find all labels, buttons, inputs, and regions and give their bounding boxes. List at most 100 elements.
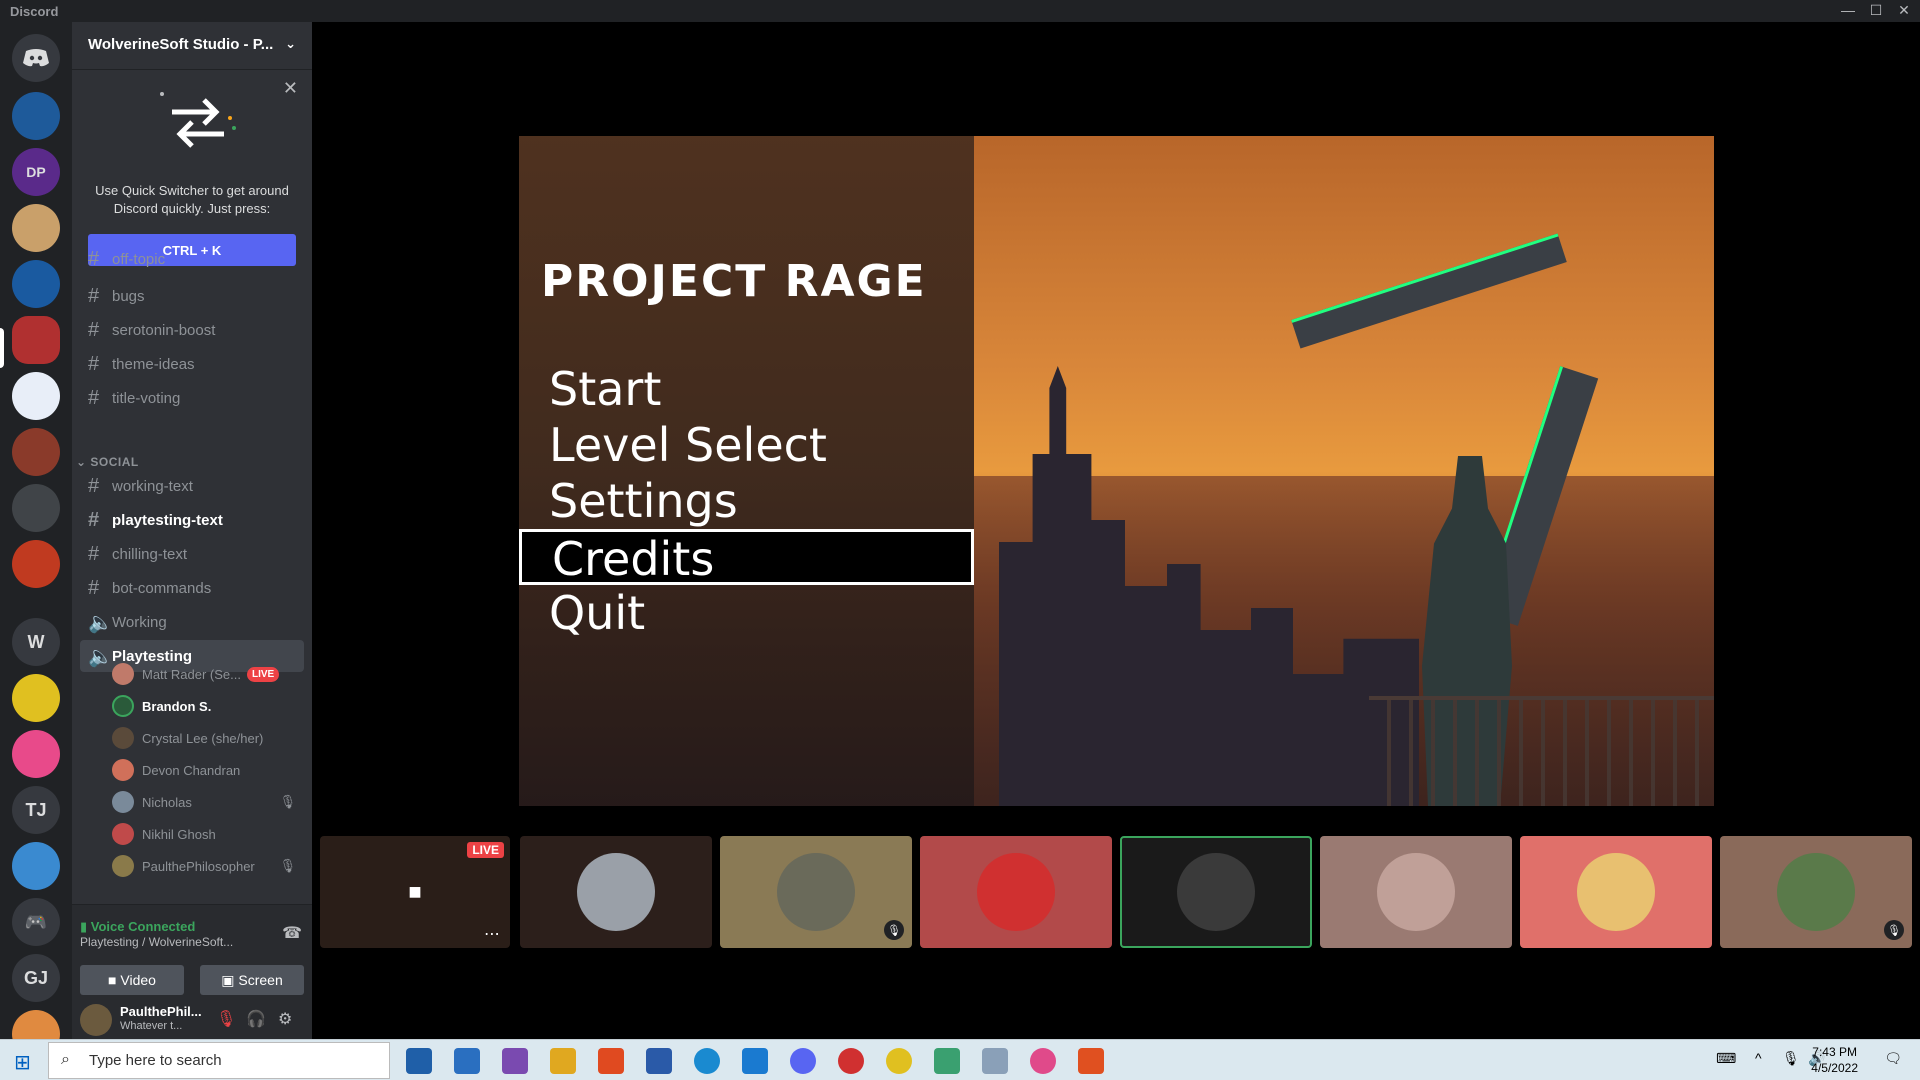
menu-start[interactable]: Start	[519, 362, 974, 418]
channel-serotonin-boost[interactable]: # serotonin-boost	[80, 314, 304, 346]
voice-channel-path[interactable]: Playtesting / WolverineSoft...	[80, 935, 233, 949]
category-social[interactable]: ⌄ SOCIAL	[76, 455, 139, 469]
hash-icon: #	[88, 250, 100, 268]
channel-working-text[interactable]: # working-text	[80, 470, 304, 502]
edge-icon[interactable]	[694, 1048, 720, 1074]
music-icon[interactable]	[1030, 1048, 1056, 1074]
channel-chilling-text[interactable]: # chilling-text	[80, 538, 304, 570]
server-icon-7[interactable]	[12, 428, 60, 476]
video-button[interactable]: ■ Video	[80, 965, 184, 995]
menu-credits[interactable]: Credits	[519, 529, 974, 586]
keyboard-icon[interactable]: ⌨	[1716, 1050, 1736, 1067]
quick-switcher-tip: ✕ Use Quick Switcher to get around Disco…	[80, 72, 304, 272]
brave-icon[interactable]	[1078, 1048, 1104, 1074]
voice-user[interactable]: Crystal Lee (she/her)	[112, 723, 304, 753]
minimize-button[interactable]: —	[1836, 2, 1860, 18]
more-options-icon[interactable]: ⋯	[484, 924, 500, 944]
store-icon[interactable]	[406, 1048, 432, 1074]
server-icon-9[interactable]	[12, 540, 60, 588]
balcony-railing	[1369, 696, 1714, 806]
avatar	[112, 759, 134, 781]
voice-user[interactable]: Matt Rader (Se... LIVE	[112, 659, 304, 689]
server-header[interactable]: WolverineSoft Studio - P... ⌄	[72, 22, 312, 70]
close-icon[interactable]: ✕	[283, 78, 298, 99]
server-icon-11[interactable]	[12, 674, 60, 722]
menu-quit[interactable]: Quit	[519, 586, 974, 642]
participant-tile[interactable]: 🎙	[1720, 836, 1912, 948]
screen-share-button[interactable]: ▣ Screen	[200, 965, 304, 995]
server-icon-15[interactable]	[12, 842, 60, 890]
hash-icon: #	[88, 508, 100, 531]
participant-tile[interactable]	[1320, 836, 1512, 948]
voice-status: ▮ Voice Connected	[80, 919, 196, 934]
game-title: PROJECT RAGE	[541, 256, 927, 307]
app-icon[interactable]	[982, 1048, 1008, 1074]
voice-connection-panel: ▮ Voice Connected Playtesting / Wolverin…	[72, 904, 312, 1000]
file-explorer-icon[interactable]	[550, 1048, 576, 1074]
server-icon-gj[interactable]: GJ	[12, 954, 60, 1002]
mic-muted-icon: 🎙	[1884, 920, 1904, 940]
app-icon[interactable]	[502, 1048, 528, 1074]
mic-muted-icon: 🎙	[279, 858, 296, 873]
vscode-icon[interactable]	[742, 1048, 768, 1074]
participant-tile-speaking[interactable]	[1120, 836, 1312, 948]
clock[interactable]: 7:43 PM 4/5/2022	[1811, 1044, 1858, 1076]
participant-tile[interactable]: 🎙	[720, 836, 912, 948]
controller-icon[interactable]: 🎮	[12, 898, 60, 946]
voice-user[interactable]: PaulthePhilosopher 🎙	[112, 851, 304, 881]
server-icon-w[interactable]: W	[12, 618, 60, 666]
app-icon[interactable]	[838, 1048, 864, 1074]
office-icon[interactable]	[598, 1048, 624, 1074]
channel-bugs[interactable]: # bugs	[80, 280, 304, 312]
voice-user[interactable]: Brandon S.	[112, 691, 304, 721]
channel-sidebar: WolverineSoft Studio - P... ⌄ ✕ Use Quic…	[72, 22, 312, 1039]
voice-channel-working[interactable]: 🔈 Working	[80, 606, 304, 638]
taskbar-search[interactable]: ⌕ Type here to search	[48, 1042, 390, 1079]
channel-playtesting-text[interactable]: # playtesting-text	[80, 504, 304, 536]
discord-taskbar-icon[interactable]	[790, 1048, 816, 1074]
server-icon-8[interactable]	[12, 484, 60, 532]
channel-bot-commands[interactable]: # bot-commands	[80, 572, 304, 604]
channel-theme-ideas[interactable]: # theme-ideas	[80, 348, 304, 380]
headphones-icon[interactable]: 🎧	[246, 1009, 266, 1029]
windows-start-icon[interactable]: ⊞	[14, 1050, 31, 1075]
server-icon-6[interactable]	[12, 372, 60, 420]
menu-settings[interactable]: Settings	[519, 474, 974, 530]
server-icon-tj[interactable]: TJ	[12, 786, 60, 834]
microphone-icon[interactable]: 🎙	[1782, 1050, 1800, 1067]
stream-view[interactable]: PROJECT RAGE Start Level Select Settings…	[519, 136, 1714, 806]
active-server-pip	[0, 328, 4, 368]
stream-thumbnail[interactable]: LIVE ■ ⋯	[320, 836, 510, 948]
slack-icon[interactable]	[934, 1048, 960, 1074]
channel-title-voting[interactable]: # title-voting	[80, 382, 304, 414]
voice-stage: PROJECT RAGE Start Level Select Settings…	[312, 22, 1920, 1039]
participant-tile[interactable]	[1520, 836, 1712, 948]
server-icon-12[interactable]	[12, 730, 60, 778]
mail-icon[interactable]	[454, 1048, 480, 1074]
word-icon[interactable]	[646, 1048, 672, 1074]
notification-icon[interactable]: 🗨	[1884, 1050, 1902, 1067]
maximize-button[interactable]: ☐	[1864, 2, 1888, 19]
server-icon-3[interactable]	[12, 204, 60, 252]
disconnect-icon[interactable]: ☎	[282, 923, 302, 943]
server-icon-dp[interactable]: DP	[12, 148, 60, 196]
menu-level-select[interactable]: Level Select	[519, 418, 974, 474]
server-icon-1[interactable]	[12, 92, 60, 140]
avatar[interactable]	[80, 1004, 112, 1036]
chrome-icon[interactable]	[886, 1048, 912, 1074]
voice-user[interactable]: Devon Chandran	[112, 755, 304, 785]
participant-tile[interactable]	[920, 836, 1112, 948]
voice-user[interactable]: Nikhil Ghosh	[112, 819, 304, 849]
live-badge: LIVE	[246, 666, 280, 682]
server-icon-wolverinesoft[interactable]	[12, 316, 60, 364]
server-icon-4[interactable]	[12, 260, 60, 308]
mic-muted-icon[interactable]: 🎙	[216, 1009, 236, 1029]
camera-icon: ■	[108, 972, 117, 988]
channel-off-topic[interactable]: # off-topic	[80, 250, 304, 268]
chevron-up-icon[interactable]: ^	[1755, 1050, 1762, 1066]
voice-user[interactable]: Nicholas 🎙	[112, 787, 304, 817]
discord-home-icon[interactable]	[12, 34, 60, 82]
close-window-button[interactable]: ✕	[1892, 2, 1916, 19]
gear-icon[interactable]: ⚙	[278, 1009, 292, 1029]
participant-tile[interactable]	[520, 836, 712, 948]
